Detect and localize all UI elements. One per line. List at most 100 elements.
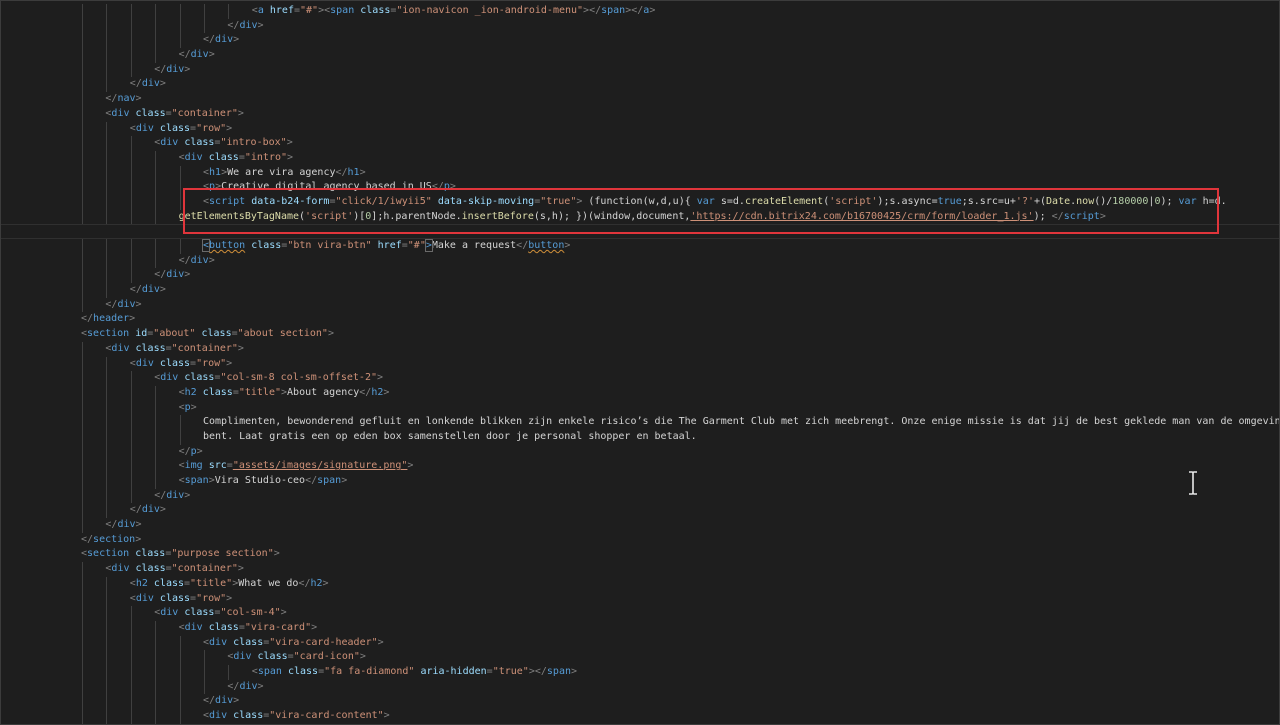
code-token: >: [383, 710, 390, 721]
code-line[interactable]: <div class="container">: [0, 341, 1280, 357]
code-token: >: [233, 695, 240, 707]
code-token: class: [184, 137, 215, 149]
code-line[interactable]: <div class="col-sm-8 col-sm-offset-2">: [0, 371, 1280, 386]
code-line[interactable]: getElementsByTagName('script')[0];h.pare…: [0, 209, 1280, 225]
code-line[interactable]: </nav>: [0, 92, 1280, 107]
code-line[interactable]: <img src="assets/images/signature.png">: [0, 459, 1280, 474]
indent-guide: [106, 180, 108, 195]
code-token: div: [111, 342, 130, 354]
indent-guide: [155, 48, 157, 63]
code-line[interactable]: <div class="row">: [0, 591, 1280, 607]
code-line[interactable]: </div>: [0, 694, 1280, 709]
indent-guide: [106, 709, 108, 724]
code-token: "about": [153, 328, 196, 340]
code-line[interactable]: </section>: [0, 533, 1280, 548]
code-line[interactable]: <div class="container">: [0, 106, 1280, 122]
code-token: >: [159, 78, 166, 90]
code-line[interactable]: <div class="row">: [0, 121, 1280, 137]
code-token: ()/: [1094, 195, 1113, 207]
indent-guide: [130, 239, 132, 254]
code-line[interactable]: </div>: [0, 253, 1280, 269]
code-line[interactable]: </div>: [0, 283, 1280, 298]
code-line[interactable]: <div class="intro-box">: [0, 136, 1280, 151]
code-line[interactable]: <a href="#"><span class="ion-navicon _io…: [0, 4, 1280, 19]
code-token: "true": [492, 665, 529, 677]
code-token: >: [1099, 210, 1106, 222]
indent-guide: [130, 474, 132, 489]
code-line[interactable]: <h1>We are vira agency</h1>: [0, 165, 1280, 181]
code-token: div: [111, 107, 130, 119]
code-token: >: [322, 577, 329, 589]
code-line[interactable]: <div class="intro">: [0, 150, 1280, 166]
code-line[interactable]: [0, 224, 1280, 239]
code-token: </: [227, 680, 240, 692]
code-line[interactable]: <script data-b24-form="click/1/iwyii5" d…: [0, 194, 1280, 210]
code-line[interactable]: </header>: [0, 312, 1280, 327]
indent-guide: [106, 694, 108, 709]
code-token: "intro-box": [220, 137, 287, 149]
code-line-text: <p>: [179, 401, 197, 416]
code-token: >: [257, 19, 264, 31]
code-line[interactable]: </div>: [0, 297, 1280, 313]
indent-guide: [106, 150, 108, 166]
indent-guide: [106, 194, 108, 210]
code-line[interactable]: <div class="card-icon">: [0, 650, 1280, 665]
code-token: );: [1033, 210, 1052, 222]
code-line[interactable]: <div class="vira-card-header">: [0, 635, 1280, 651]
code-line[interactable]: <section id="about" class="about section…: [0, 327, 1280, 342]
code-line[interactable]: <div class="row">: [0, 356, 1280, 372]
code-token: >: [184, 489, 191, 501]
code-line[interactable]: <div class="container">: [0, 562, 1280, 577]
code-editor[interactable]: <a href="#"><span class="ion-navicon _io…: [0, 0, 1280, 725]
code-line[interactable]: </div>: [0, 503, 1280, 519]
code-line[interactable]: <button class="btn vira-btn" href="#">Ma…: [0, 239, 1280, 254]
code-line[interactable]: </div>: [0, 77, 1280, 93]
indent-guide: [130, 444, 132, 460]
code-line[interactable]: <h2 class="title">What we do</h2>: [0, 576, 1280, 592]
code-token: >: [237, 563, 244, 575]
indent-guide: [204, 664, 205, 680]
code-line[interactable]: <section class="purpose section">: [0, 547, 1280, 562]
code-line[interactable]: <span class="fa fa-diamond" aria-hidden=…: [0, 664, 1280, 680]
code-line[interactable]: <div class="vira-card">: [0, 620, 1280, 636]
code-line[interactable]: </p>: [0, 444, 1280, 460]
code-line[interactable]: <div class="col-sm-4">: [0, 606, 1280, 621]
code-line[interactable]: </div>: [0, 679, 1280, 695]
code-token: section: [93, 533, 136, 545]
code-line[interactable]: bent. Laat gratis een op eden box samens…: [0, 429, 1280, 445]
code-line[interactable]: <p>Creative digital agency based in US</…: [0, 180, 1280, 195]
indent-guide: [82, 106, 83, 122]
code-lines[interactable]: <a href="#"><span class="ion-navicon _io…: [0, 4, 1280, 724]
code-line[interactable]: <div class="vira-card-content">: [0, 709, 1280, 724]
code-line[interactable]: </div>: [0, 268, 1280, 284]
indent-guide: [82, 77, 83, 93]
code-token: class: [251, 240, 282, 251]
code-token: class: [201, 328, 232, 340]
indent-guide: [179, 429, 181, 445]
code-line[interactable]: <p>: [0, 400, 1280, 416]
code-token: >: [286, 137, 293, 149]
code-line[interactable]: </div>: [0, 62, 1280, 78]
indent-guide: [82, 518, 83, 533]
indent-guide: [82, 165, 83, 181]
code-token: </: [178, 445, 191, 457]
indent-guide: [106, 165, 108, 181]
code-token: div: [160, 607, 179, 619]
indent-guide: [130, 194, 132, 210]
indent-guide: [179, 4, 181, 19]
code-token: h2: [135, 577, 148, 589]
code-line[interactable]: <span>Vira Studio-ceo</span>: [0, 474, 1280, 489]
code-token: )[: [353, 210, 366, 222]
code-line[interactable]: </div>: [0, 518, 1280, 533]
code-token: var: [696, 195, 715, 207]
code-line[interactable]: </div>: [0, 48, 1280, 63]
code-line[interactable]: </div>: [0, 488, 1280, 504]
code-line[interactable]: <h2 class="title">About agency</h2>: [0, 385, 1280, 401]
code-line[interactable]: </div>: [0, 18, 1280, 34]
code-line-text: </p>: [179, 445, 203, 460]
indent-guide: [155, 253, 157, 269]
indent-guide: [155, 429, 157, 445]
code-line[interactable]: </div>: [0, 33, 1280, 49]
code-line[interactable]: Complimenten, bewonderend gefluit en lon…: [0, 415, 1280, 430]
code-token: true: [937, 195, 962, 207]
